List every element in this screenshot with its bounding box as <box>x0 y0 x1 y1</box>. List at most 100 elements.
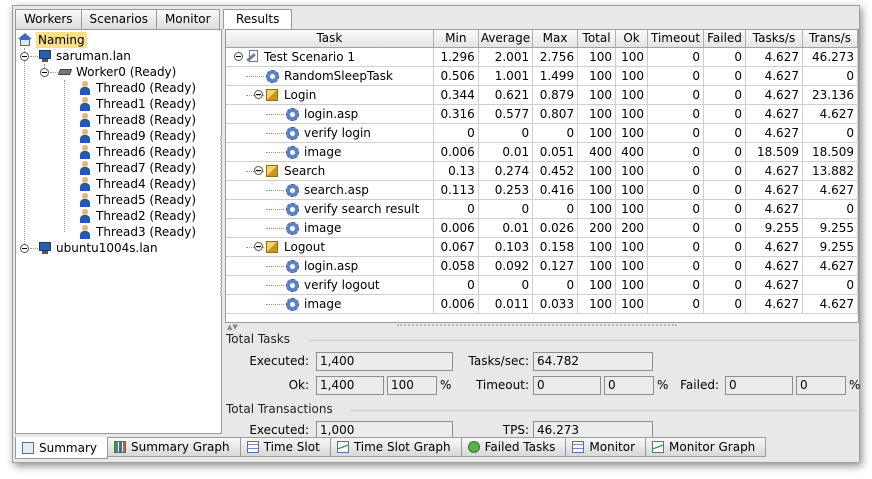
column-header-max[interactable]: Max <box>532 30 579 48</box>
table-row[interactable]: verify login 0 0 0 100 100 0 0 4.627 0 <box>226 123 858 143</box>
tree-node-thread[interactable]: Thread6 (Ready) <box>78 144 196 160</box>
cell-timeout: 0 <box>647 237 705 257</box>
tab-failed-tasks[interactable]: Failed Tasks <box>460 437 567 457</box>
table-row[interactable]: image 0.006 0.01 0.026 200 200 0 0 9.255 9.255 <box>226 218 858 238</box>
tree-node-thread[interactable]: Thread3 (Ready) <box>78 224 196 240</box>
cell-total: 100 <box>577 294 617 314</box>
cell-ok: 100 <box>615 199 649 219</box>
cell-tps: 4.627 <box>745 294 803 314</box>
cell-max: 0 <box>532 199 579 219</box>
table-row[interactable]: verify search result 0 0 0 100 100 0 0 4.627 0 <box>226 199 858 219</box>
task-label: verify search result <box>304 201 420 216</box>
gear-icon <box>286 278 299 292</box>
column-header-trans-per-sec[interactable]: Trans/s <box>802 30 858 48</box>
cell-min: 0.006 <box>433 218 479 238</box>
tree-node-thread[interactable]: Thread9 (Ready) <box>78 128 196 144</box>
scenario-icon <box>246 49 259 64</box>
tab-monitor-graph[interactable]: Monitor Graph <box>645 437 767 457</box>
tab-summary-graph[interactable]: Summary Graph <box>107 437 241 457</box>
cell-total: 100 <box>577 66 617 86</box>
column-header-min[interactable]: Min <box>433 30 479 48</box>
table-row[interactable]: verify logout 0 0 0 100 100 0 0 4.627 0 <box>226 275 858 295</box>
cell-failed: 0 <box>703 142 746 162</box>
tab-label: Time Slot <box>263 440 320 454</box>
tree-node-thread[interactable]: Thread7 (Ready) <box>78 160 196 176</box>
tasks-per-sec-field: 64.782 <box>533 352 653 371</box>
tree-node-thread[interactable]: Thread5 (Ready) <box>78 192 196 208</box>
table-row[interactable]: Search 0.13 0.274 0.452 100 100 0 0 4.627 13.882 <box>226 161 858 181</box>
column-header-tasks-per-sec[interactable]: Tasks/s <box>745 30 803 48</box>
thread-icon <box>78 129 92 143</box>
results-splitter[interactable] <box>397 324 677 326</box>
column-header-total[interactable]: Total <box>577 30 617 48</box>
column-header-task[interactable]: Task <box>226 30 434 48</box>
summary-panel: Total Tasks Executed: 1,400 Tasks/sec: 6… <box>225 328 860 440</box>
task-label: image <box>304 296 342 311</box>
cell-min: 0.506 <box>433 66 479 86</box>
cell-trans: 4.627 <box>802 256 858 276</box>
task-label: login.asp <box>304 106 359 121</box>
tab-monitor-bottom[interactable]: Monitor <box>565 437 647 457</box>
cell-ok: 100 <box>615 237 649 257</box>
tab-results[interactable]: Results <box>223 9 293 29</box>
table-row[interactable]: image 0.006 0.01 0.051 400 400 0 0 18.509 18.509 <box>226 142 858 162</box>
task-label: image <box>304 144 342 159</box>
tree-node-label: Thread3 (Ready) <box>96 225 197 239</box>
right-tab-bar: Results <box>223 9 293 29</box>
task-cell: Login <box>226 85 434 105</box>
thread-icon <box>78 193 92 207</box>
failed-percent-field: 0 <box>796 376 846 395</box>
tab-time-slot[interactable]: Time Slot <box>239 437 331 457</box>
tree-node-thread[interactable]: Thread0 (Ready) <box>78 80 196 96</box>
tree-node-label: Naming <box>36 32 87 48</box>
cell-min: 0 <box>433 275 479 295</box>
collapse-toggle-icon[interactable] <box>234 51 243 61</box>
tree-node-thread[interactable]: Thread2 (Ready) <box>78 208 196 224</box>
column-header-average[interactable]: Average <box>478 30 534 48</box>
column-header-ok[interactable]: Ok <box>615 30 649 48</box>
task-label: Logout <box>284 239 326 254</box>
tree-node-thread[interactable]: Thread4 (Ready) <box>78 176 196 192</box>
ok-label: Ok: <box>288 378 309 392</box>
table-row[interactable]: Logout 0.067 0.103 0.158 100 100 0 0 4.627 9.255 <box>226 237 858 257</box>
task-cell: login.asp <box>226 104 434 124</box>
tree-node-label: Thread0 (Ready) <box>96 81 197 95</box>
tree-node-naming[interactable]: Naming <box>18 32 87 48</box>
task-group-icon <box>266 164 278 177</box>
tab-summary[interactable]: Summary <box>15 437 108 459</box>
cell-max: 0.158 <box>532 237 579 257</box>
cell-tps: 4.627 <box>745 256 803 276</box>
column-header-timeout[interactable]: Timeout <box>647 30 705 48</box>
tab-scenarios[interactable]: Scenarios <box>80 9 157 29</box>
table-row[interactable]: Test Scenario 1 1.296 2.001 2.756 100 100 0 0 4.… <box>226 47 858 67</box>
cell-total: 100 <box>577 104 617 124</box>
table-row[interactable]: search.asp 0.113 0.253 0.416 100 100 0 0 4.627 4.… <box>226 180 858 200</box>
cell-failed: 0 <box>703 256 746 276</box>
tree-node-thread[interactable]: Thread8 (Ready) <box>78 112 196 128</box>
tab-monitor[interactable]: Monitor <box>155 9 220 29</box>
cell-max: 2.756 <box>532 47 579 67</box>
expand-toggle-icon[interactable] <box>20 244 29 253</box>
tree-node-thread[interactable]: Thread1 (Ready) <box>78 96 196 112</box>
cell-total: 100 <box>577 275 617 295</box>
table-row[interactable]: RandomSleepTask 0.506 1.001 1.499 100 100 0 0 4.… <box>226 66 858 86</box>
cell-avg: 0.577 <box>478 104 534 124</box>
tab-time-slot-graph[interactable]: Time Slot Graph <box>329 437 462 457</box>
table-row[interactable]: login.asp 0.316 0.577 0.807 100 100 0 0 4.627 4.6… <box>226 104 858 124</box>
tree-node-host[interactable]: saruman.lan <box>38 48 131 64</box>
table-row[interactable]: Login 0.344 0.621 0.879 100 100 0 0 4.627 23.136 <box>226 85 858 105</box>
column-header-failed[interactable]: Failed <box>703 30 746 48</box>
table-row[interactable]: image 0.006 0.011 0.033 100 100 0 0 4.627 4.627 <box>226 294 858 314</box>
collapse-toggle-icon[interactable] <box>40 68 49 77</box>
split-pane-divider[interactable] <box>220 136 222 296</box>
tree-node-worker[interactable]: Worker0 (Ready) <box>57 64 176 80</box>
cell-trans: 0 <box>802 275 858 295</box>
cell-total: 100 <box>577 85 617 105</box>
cell-timeout: 0 <box>647 275 705 295</box>
tree-node-host[interactable]: ubuntu1004s.lan <box>38 240 158 256</box>
cell-tps: 4.627 <box>745 47 803 67</box>
grid-icon <box>246 441 259 453</box>
table-row[interactable]: login.asp 0.058 0.092 0.127 100 100 0 0 4.627 4.6… <box>226 256 858 276</box>
collapse-toggle-icon[interactable] <box>20 52 29 61</box>
tab-workers[interactable]: Workers <box>15 9 82 29</box>
